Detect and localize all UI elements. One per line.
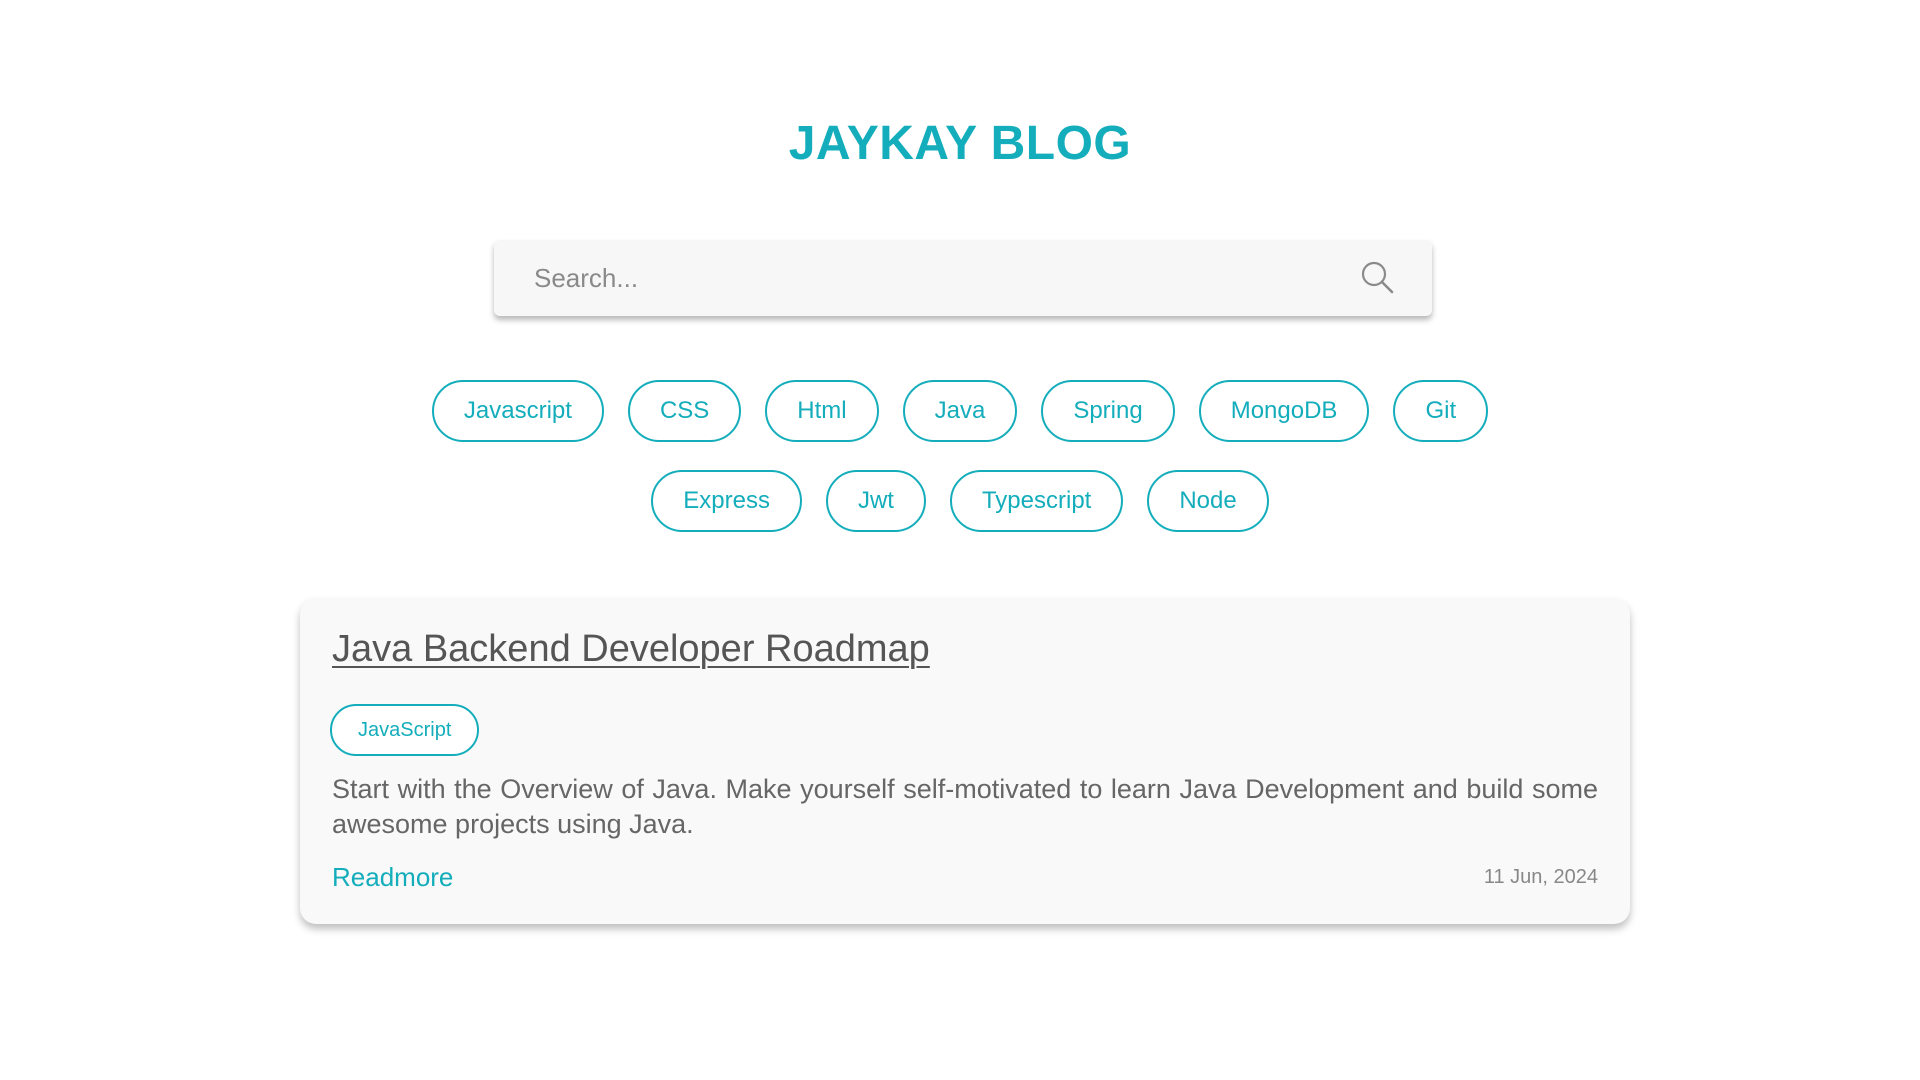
page-title: JAYKAY BLOG xyxy=(788,117,1132,170)
tag-css[interactable]: CSS xyxy=(627,380,742,442)
tag-spring[interactable]: Spring xyxy=(1041,380,1175,442)
tag-javascript[interactable]: Javascript xyxy=(431,380,604,442)
tag-node[interactable]: Node xyxy=(1147,470,1269,532)
tag-git[interactable]: Git xyxy=(1393,380,1489,442)
tag-filter-row: Express Jwt Typescript Node xyxy=(0,470,1920,532)
tag-typescript[interactable]: Typescript xyxy=(949,470,1124,532)
tag-filter-row: Javascript CSS Html Java Spring MongoDB … xyxy=(0,380,1920,442)
post-date: 11 Jun, 2024 xyxy=(1483,866,1598,888)
tag-jwt[interactable]: Jwt xyxy=(825,470,926,532)
post-card: Java Backend Developer Roadmap JavaScrip… xyxy=(300,598,1630,924)
search-bar xyxy=(494,240,1432,316)
tag-mongodb[interactable]: MongoDB xyxy=(1198,380,1370,442)
post-tag-badge[interactable]: JavaScript xyxy=(330,704,480,756)
post-title-link[interactable]: Java Backend Developer Roadmap xyxy=(332,628,930,671)
search-icon[interactable] xyxy=(1358,258,1398,298)
tag-html[interactable]: Html xyxy=(765,380,879,442)
readmore-link[interactable]: Readmore xyxy=(332,862,453,893)
search-input[interactable] xyxy=(534,240,1334,316)
tag-java[interactable]: Java xyxy=(902,380,1018,442)
blog-page: JAYKAY BLOG Javascript CSS Html Java Spr… xyxy=(0,0,1920,1080)
tag-express[interactable]: Express xyxy=(651,470,802,532)
post-excerpt: Start with the Overview of Java. Make yo… xyxy=(332,774,1598,839)
